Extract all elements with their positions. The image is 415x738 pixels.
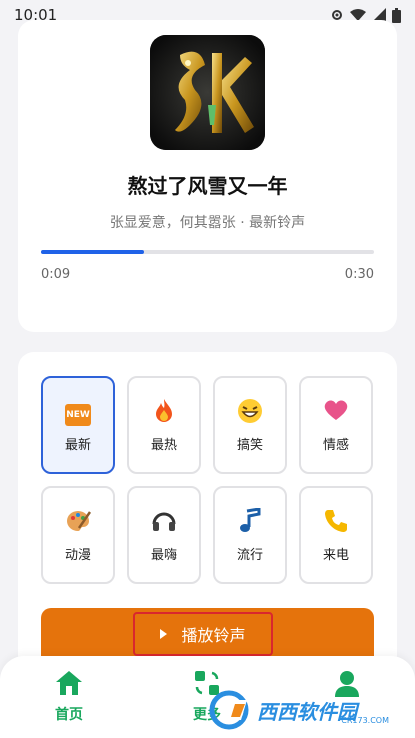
play-icon — [160, 629, 168, 639]
play-button-label: 播放铃声 — [181, 626, 246, 645]
category-label: 搞笑 — [236, 437, 263, 453]
nav-home[interactable]: 首页 — [39, 670, 99, 724]
play-ringtone-button[interactable]: 播放铃声 — [133, 612, 273, 656]
category-anime[interactable]: 动漫 — [41, 486, 115, 584]
category-hot[interactable]: 最热 — [127, 376, 201, 474]
dragon-artwork — [150, 35, 265, 150]
laugh-icon — [237, 398, 263, 424]
watermark: 西西软件园 CR173.COM — [209, 688, 409, 732]
category-label: 最新 — [64, 437, 91, 453]
heart-icon — [323, 398, 349, 424]
category-funny[interactable]: 搞笑 — [213, 376, 287, 474]
category-label: 情感 — [322, 437, 349, 453]
category-hype[interactable]: 最嗨 — [127, 486, 201, 584]
song-title: 熬过了风雪又一年 — [127, 174, 288, 198]
phone-icon — [323, 508, 349, 534]
fire-icon — [153, 398, 175, 424]
category-grid: NEW 最新 最热 搞笑 情感 动漫 最嗨 流行 来电 — [41, 376, 373, 584]
headphones-icon — [151, 508, 177, 534]
category-label: 动漫 — [64, 547, 91, 563]
battery-icon — [392, 7, 401, 23]
album-cover — [150, 35, 265, 150]
watermark-sub: CR173.COM — [341, 716, 389, 725]
new-icon: NEW — [65, 398, 91, 426]
category-emotion[interactable]: 情感 — [299, 376, 373, 474]
category-latest[interactable]: NEW 最新 — [41, 376, 115, 474]
category-label: 流行 — [236, 547, 263, 563]
total-time: 0:30 — [344, 267, 374, 282]
palette-icon — [65, 508, 92, 534]
progress-bar[interactable] — [41, 250, 374, 254]
home-icon — [56, 671, 82, 695]
category-pop[interactable]: 流行 — [213, 486, 287, 584]
category-call[interactable]: 来电 — [299, 486, 373, 584]
song-subtitle: 张显爱意，何其嚣张 · 最新铃声 — [109, 215, 306, 231]
watermark-logo — [209, 690, 249, 730]
music-note-icon — [237, 506, 263, 534]
player-card: 熬过了风雪又一年 张显爱意，何其嚣张 · 最新铃声 0:09 0:30 — [18, 20, 397, 332]
nav-label: 首页 — [55, 707, 83, 723]
current-time: 0:09 — [41, 267, 71, 282]
category-label: 最热 — [150, 437, 177, 453]
category-label: 最嗨 — [150, 547, 177, 563]
progress-fill — [41, 250, 145, 254]
category-card: NEW 最新 最热 搞笑 情感 动漫 最嗨 流行 来电 播放铃声 — [18, 352, 397, 672]
category-label: 来电 — [322, 547, 349, 563]
